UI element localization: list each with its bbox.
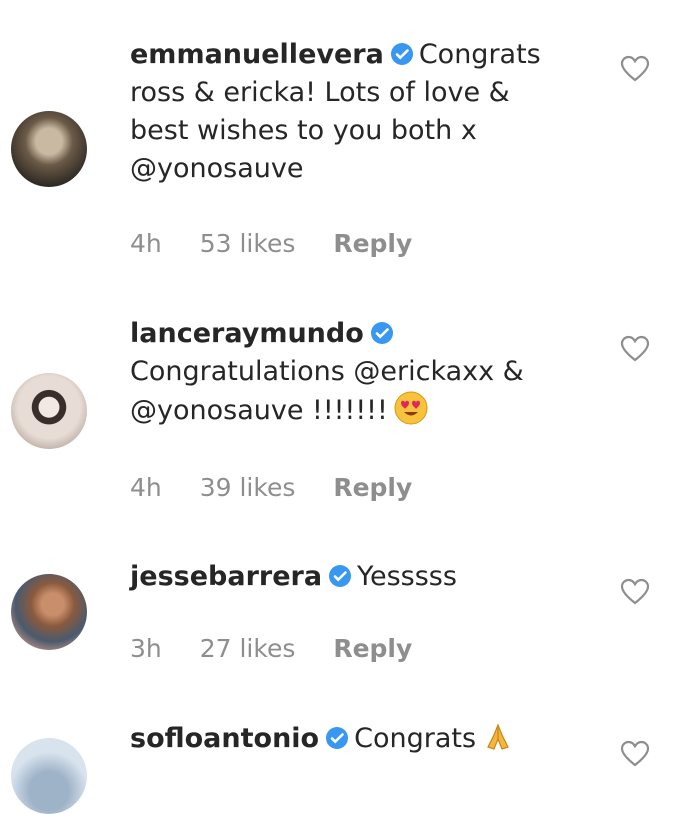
comment-likes[interactable]: 39 likes xyxy=(200,473,296,502)
avatar[interactable] xyxy=(11,373,87,449)
folded-hands-emoji xyxy=(487,723,509,750)
verified-badge-icon xyxy=(326,727,349,749)
verified-badge-icon xyxy=(390,43,413,65)
comment-time[interactable]: 4h xyxy=(130,473,162,502)
avatar[interactable] xyxy=(11,574,87,650)
comment-username[interactable]: jessebarrera xyxy=(130,561,322,592)
reply-button[interactable]: Reply xyxy=(333,473,412,502)
verified-badge-icon xyxy=(329,565,352,587)
comment-time[interactable]: 4h xyxy=(130,229,162,258)
comment-meta: 4h 39 likes Reply xyxy=(130,473,442,502)
reply-button[interactable]: Reply xyxy=(333,634,412,663)
comment-likes[interactable]: 53 likes xyxy=(200,229,296,258)
comment-text: emmanuellevera Congrats ross & ericka! Lo… xyxy=(130,39,541,184)
comment-username[interactable]: emmanuellevera xyxy=(130,39,384,70)
heart-eyes-emoji xyxy=(394,391,428,425)
verified-badge-icon xyxy=(370,322,393,344)
heart-outline-icon[interactable] xyxy=(620,740,650,768)
heart-outline-icon[interactable] xyxy=(620,578,650,606)
comment-time[interactable]: 3h xyxy=(130,634,162,663)
comment-text: sofloantonio Congrats xyxy=(130,720,570,758)
comment-username[interactable]: sofloantonio xyxy=(130,723,319,754)
comment-username[interactable]: lanceraymundo xyxy=(130,318,364,349)
avatar[interactable] xyxy=(11,738,87,814)
comment-text: lanceraymundo Congratulations @erickaxx … xyxy=(130,318,524,426)
comment-meta: 4h 53 likes Reply xyxy=(130,229,442,258)
comment-text: jessebarrera Yesssss xyxy=(130,561,457,592)
comment-meta: 3h 27 likes Reply xyxy=(130,634,442,663)
reply-button[interactable]: Reply xyxy=(333,229,412,258)
avatar[interactable] xyxy=(11,111,87,187)
heart-outline-icon[interactable] xyxy=(620,335,650,363)
comment-likes[interactable]: 27 likes xyxy=(200,634,296,663)
heart-outline-icon[interactable] xyxy=(620,55,650,83)
